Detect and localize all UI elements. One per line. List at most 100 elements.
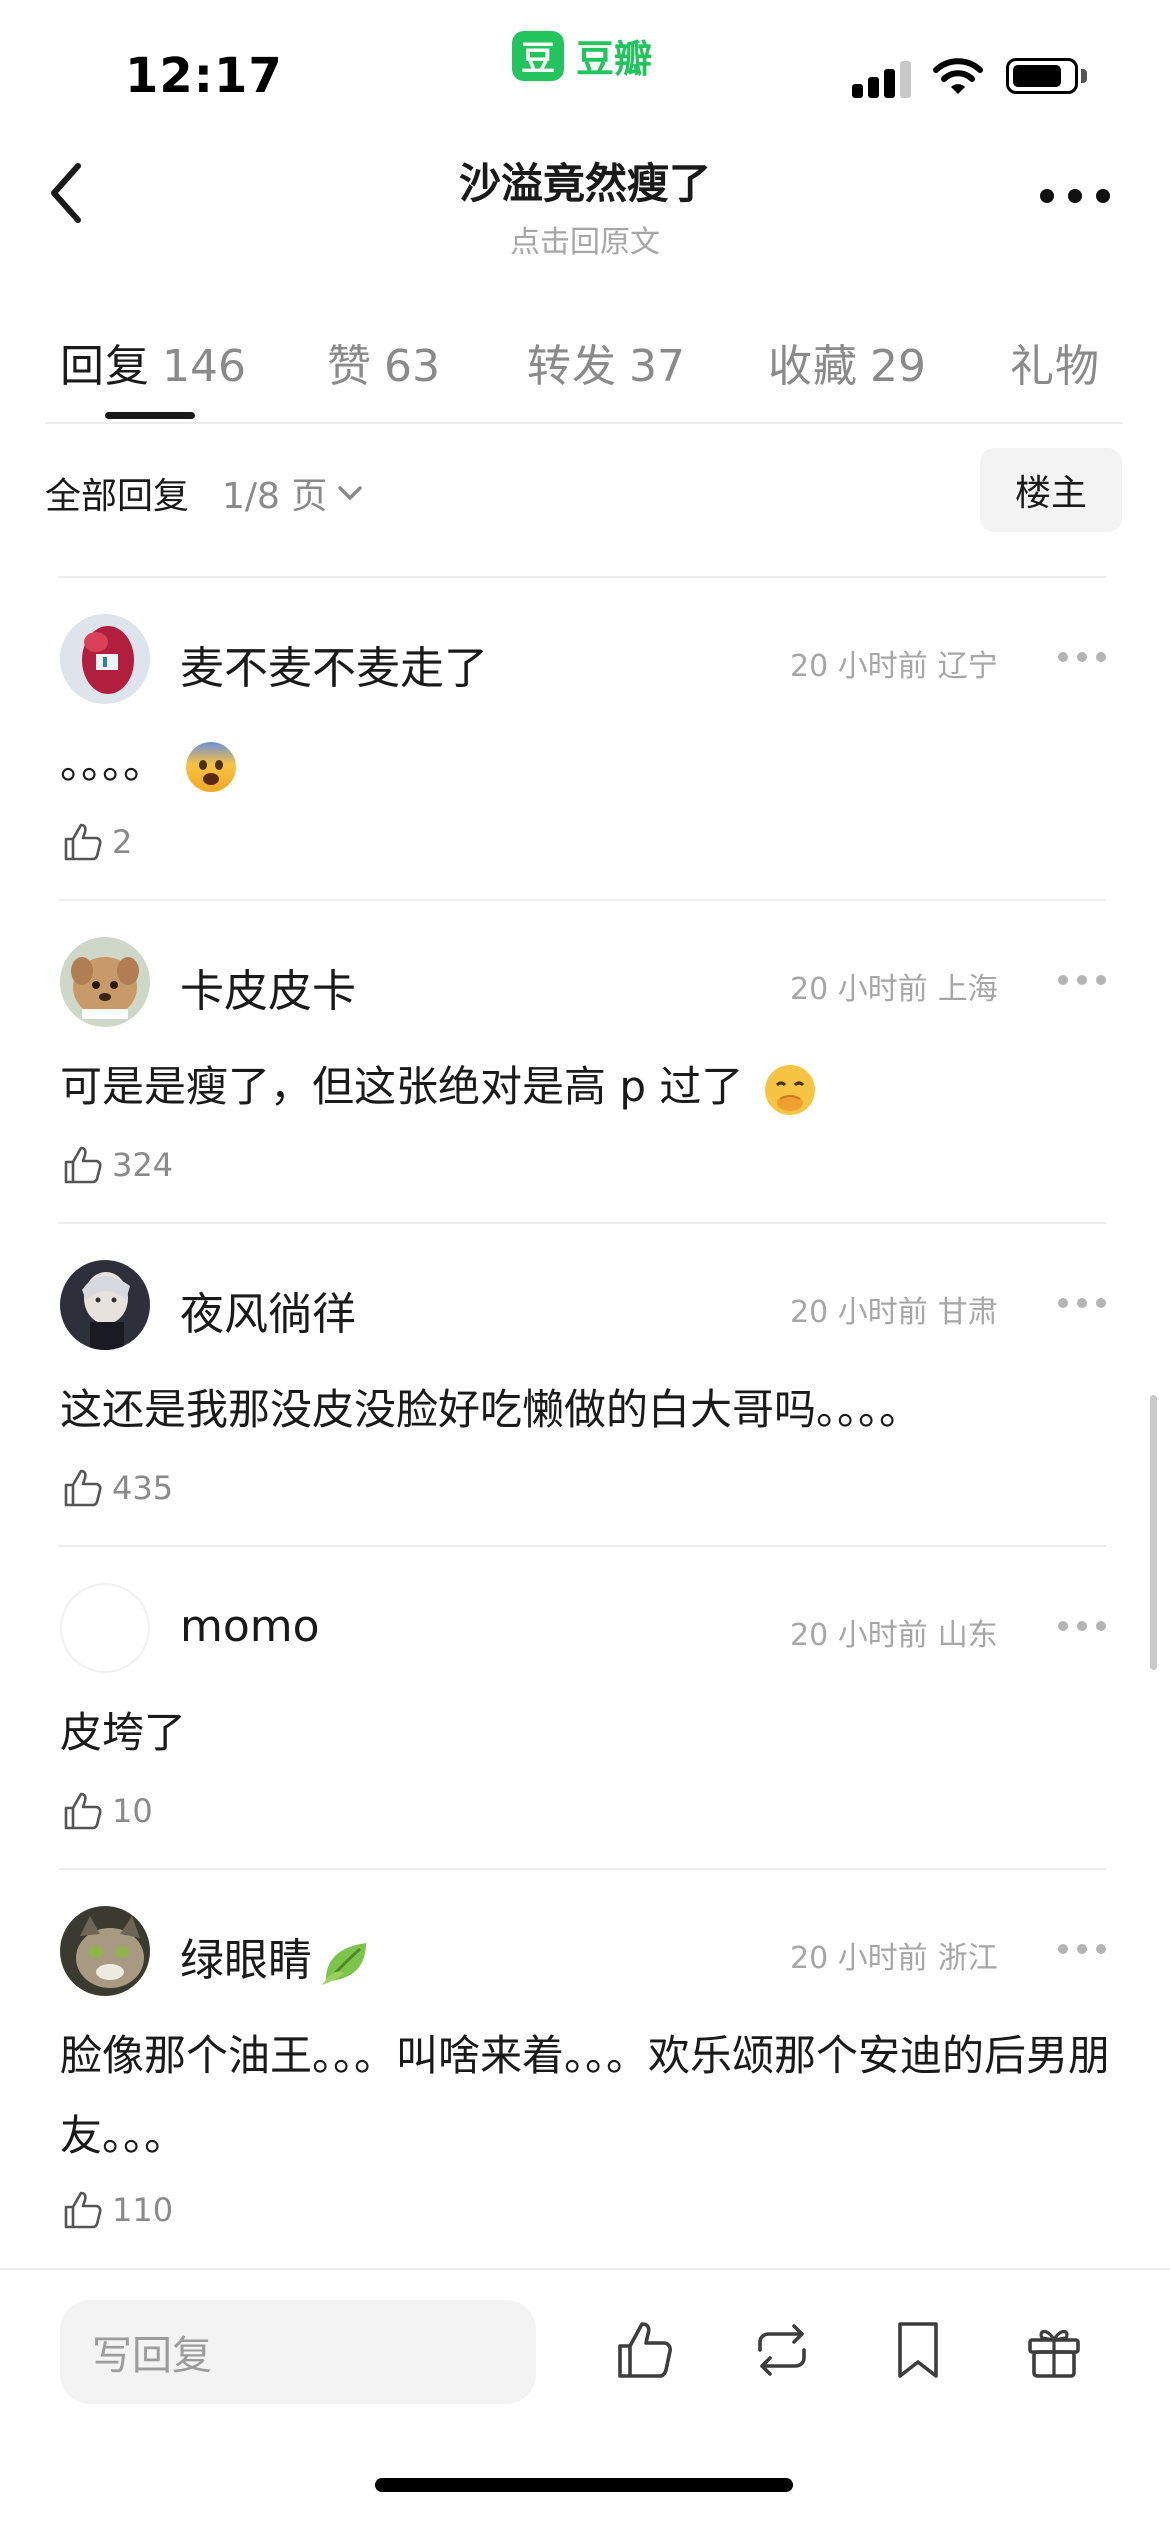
comment-text: 皮垮了 xyxy=(60,1708,187,1757)
comment-more-icon[interactable] xyxy=(1058,1944,1108,1956)
tab-replies[interactable]: 回复 146 xyxy=(60,330,246,394)
hand-over-mouth-face-icon xyxy=(764,1064,815,1115)
comment-location: 浙江 xyxy=(937,1941,998,1976)
comment-item: 麦不麦不麦走了 20 小时前 辽宁 。。。。 2 xyxy=(0,576,1170,899)
comment-meta: 20 小时前 甘肃 xyxy=(790,1287,998,1331)
like-button[interactable]: 110 xyxy=(60,2188,173,2232)
like-count: 2 xyxy=(112,823,133,861)
cellular-signal-icon xyxy=(852,58,912,98)
comment-location: 甘肃 xyxy=(937,1295,998,1330)
like-button[interactable]: 10 xyxy=(60,1789,153,1833)
comment-time: 20 小时前 xyxy=(790,649,928,684)
tab-bar: 回复 146 赞 63 转发 37 收藏 29 礼物 xyxy=(0,330,1170,422)
tab-label: 礼物 xyxy=(1010,341,1100,392)
scrollbar[interactable] xyxy=(1150,1395,1157,1670)
avatar[interactable] xyxy=(60,1583,150,1673)
comment-text-row: 皮垮了 xyxy=(60,1693,1120,1773)
battery-icon xyxy=(1006,58,1078,94)
reshare-icon[interactable] xyxy=(750,2316,814,2384)
filter-all-replies[interactable]: 全部回复 xyxy=(45,467,189,519)
tab-label: 转发 xyxy=(527,341,617,392)
status-bar: 12:17 豆 豆瓣 xyxy=(0,0,1170,130)
header-title-block[interactable]: 沙溢竟然瘦了 点击回原文 xyxy=(0,150,1170,261)
username[interactable]: 夜风徜徉 xyxy=(180,1278,356,1342)
comment-list: 麦不麦不麦走了 20 小时前 辽宁 。。。。 2 卡皮皮卡 20 小时前 上海 … xyxy=(0,576,1170,2268)
tab-likes[interactable]: 赞 63 xyxy=(327,330,440,394)
comment-text-row: 。。。。 xyxy=(60,724,1120,804)
comment-time: 20 小时前 xyxy=(790,1618,928,1653)
comment-text-row: 可是是瘦了，但这张绝对是高 p 过了 xyxy=(60,1047,1120,1127)
comment-meta: 20 小时前 浙江 xyxy=(790,1933,998,1977)
battery-level xyxy=(1013,65,1061,87)
comment-more-icon[interactable] xyxy=(1058,652,1108,664)
username[interactable]: 麦不麦不麦走了 xyxy=(180,632,488,696)
home-indicator[interactable] xyxy=(375,2478,793,2492)
comment-text: 脸像那个油王。。。叫啥来着。。。欢乐颂那个安迪的后男朋友。。。 xyxy=(60,2031,1111,2160)
thumbs-up-icon xyxy=(64,1146,102,1184)
gift-icon[interactable] xyxy=(1022,2316,1086,2384)
username[interactable]: 卡皮皮卡 xyxy=(180,955,356,1019)
tab-label: 收藏 xyxy=(768,341,858,392)
page-selector[interactable]: 1/8 页 xyxy=(222,467,363,519)
username-text: 绿眼睛 xyxy=(180,1935,312,1986)
thumbs-up-icon xyxy=(64,2191,102,2229)
like-button[interactable]: 2 xyxy=(60,820,132,864)
comment-location: 山东 xyxy=(937,1618,998,1653)
tabs-divider xyxy=(45,422,1123,424)
battery-tip xyxy=(1081,69,1087,83)
avatar[interactable] xyxy=(60,937,150,1027)
tab-collections[interactable]: 收藏 29 xyxy=(768,330,926,394)
comment-more-icon[interactable] xyxy=(1058,1298,1108,1310)
like-post-icon[interactable] xyxy=(612,2316,676,2384)
like-button[interactable]: 324 xyxy=(60,1143,173,1187)
comment-item: 卡皮皮卡 20 小时前 上海 可是是瘦了，但这张绝对是高 p 过了 324 xyxy=(0,899,1170,1222)
avatar[interactable] xyxy=(60,1906,150,1996)
more-options-icon[interactable] xyxy=(1040,186,1110,206)
back-to-original-link[interactable]: 点击回原文 xyxy=(0,217,1170,261)
avatar[interactable] xyxy=(60,1260,150,1350)
thumbs-up-icon xyxy=(64,823,102,861)
tab-label: 赞 xyxy=(327,341,372,392)
comment-divider xyxy=(58,899,1106,901)
avatar[interactable] xyxy=(60,614,150,704)
like-button[interactable]: 435 xyxy=(60,1466,173,1510)
comment-meta: 20 小时前 山东 xyxy=(790,1610,998,1654)
page-title: 沙溢竟然瘦了 xyxy=(458,159,711,208)
leaf-icon xyxy=(322,1943,366,1985)
like-count: 110 xyxy=(112,2191,174,2229)
comment-divider xyxy=(58,1222,1106,1224)
comment-time: 20 小时前 xyxy=(790,1295,928,1330)
like-count: 435 xyxy=(112,1469,174,1507)
comment-text-row: 这还是我那没皮没脸好吃懒做的白大哥吗。。。。 xyxy=(60,1370,1120,1450)
brand-name: 豆瓣 xyxy=(576,37,653,81)
comment-divider xyxy=(58,576,1106,578)
bookmark-icon[interactable] xyxy=(886,2316,950,2384)
username[interactable]: 绿眼睛 xyxy=(180,1924,372,1989)
comment-time: 20 小时前 xyxy=(790,972,928,1007)
comment-more-icon[interactable] xyxy=(1058,975,1108,987)
wifi-icon xyxy=(933,58,983,94)
reply-input[interactable]: 写回复 xyxy=(60,2300,536,2404)
comment-location: 辽宁 xyxy=(937,649,998,684)
tab-count: 146 xyxy=(162,341,246,392)
status-time: 12:17 xyxy=(125,48,283,104)
comment-text: 这还是我那没皮没脸好吃懒做的白大哥吗。。。。 xyxy=(60,1385,922,1434)
username[interactable]: momo xyxy=(180,1601,320,1652)
comment-location: 上海 xyxy=(937,972,998,1007)
comment-more-icon[interactable] xyxy=(1058,1621,1108,1633)
comment-divider xyxy=(58,1545,1106,1547)
comment-text: 可是是瘦了，但这张绝对是高 p 过了 xyxy=(60,1062,744,1111)
tab-count: 63 xyxy=(384,341,440,392)
op-only-button[interactable]: 楼主 xyxy=(980,448,1122,532)
tab-count: 37 xyxy=(629,341,685,392)
comment-meta: 20 小时前 辽宁 xyxy=(790,641,998,685)
like-count: 10 xyxy=(112,1792,153,1830)
tab-gifts[interactable]: 礼物 xyxy=(1010,330,1100,394)
fearful-face-icon xyxy=(186,741,237,792)
tab-count: 29 xyxy=(870,341,926,392)
tab-reshares[interactable]: 转发 37 xyxy=(527,330,685,394)
comment-item: 夜风徜徉 20 小时前 甘肃 这还是我那没皮没脸好吃懒做的白大哥吗。。。。 435 xyxy=(0,1222,1170,1545)
tab-label: 回复 xyxy=(60,341,150,392)
comment-divider xyxy=(58,1868,1106,1870)
comment-meta: 20 小时前 上海 xyxy=(790,964,998,1008)
